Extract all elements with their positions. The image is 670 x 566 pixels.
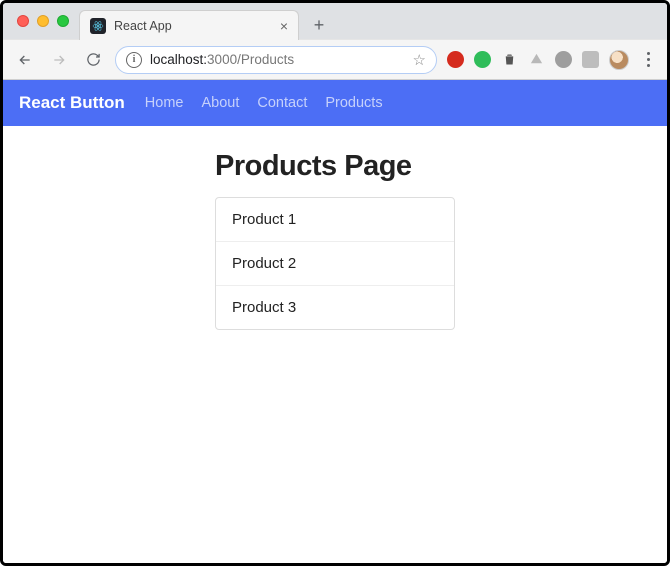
extension-square-icon[interactable]: [582, 51, 599, 68]
close-tab-icon[interactable]: ×: [280, 19, 288, 33]
extension-icons: [447, 50, 657, 70]
list-item[interactable]: Product 1: [216, 198, 454, 242]
nav-links: Home About Contact Products: [145, 95, 383, 111]
site-info-icon[interactable]: i: [126, 52, 142, 68]
url-text: localhost:3000/Products: [150, 52, 405, 67]
new-tab-button[interactable]: +: [305, 11, 333, 39]
window-controls: [11, 3, 79, 39]
address-bar[interactable]: i localhost:3000/Products ☆: [115, 46, 437, 74]
url-path: 3000/Products: [207, 52, 294, 67]
app-navbar: React Button Home About Contact Products: [3, 80, 667, 126]
brand-title: React Button: [19, 93, 125, 113]
browser-menu-button[interactable]: [639, 52, 657, 67]
chrome-top: React App × + i localhost:3000/Products …: [3, 3, 667, 80]
drive-extension-icon[interactable]: [528, 51, 545, 68]
page-title: Products Page: [215, 150, 455, 183]
bookmark-icon[interactable]: ☆: [413, 51, 426, 69]
page-inner: Products Page Product 1 Product 2 Produc…: [215, 150, 455, 563]
browser-window: React App × + i localhost:3000/Products …: [0, 0, 670, 566]
page-content: Products Page Product 1 Product 2 Produc…: [3, 126, 667, 563]
reload-button[interactable]: [81, 48, 105, 72]
react-favicon-icon: [90, 18, 106, 34]
browser-toolbar: i localhost:3000/Products ☆: [3, 39, 667, 79]
minimize-window-button[interactable]: [37, 15, 49, 27]
tab-strip: React App × +: [3, 3, 667, 39]
maximize-window-button[interactable]: [57, 15, 69, 27]
extension-gray-icon[interactable]: [555, 51, 572, 68]
forward-button[interactable]: [47, 48, 71, 72]
nav-link-home[interactable]: Home: [145, 95, 184, 111]
list-item[interactable]: Product 2: [216, 242, 454, 286]
trash-extension-icon[interactable]: [501, 51, 518, 68]
profile-avatar[interactable]: [609, 50, 629, 70]
products-list: Product 1 Product 2 Product 3: [215, 197, 455, 330]
nav-link-about[interactable]: About: [201, 95, 239, 111]
extension-green-icon[interactable]: [474, 51, 491, 68]
tab-title: React App: [114, 19, 272, 33]
browser-tab[interactable]: React App ×: [79, 10, 299, 40]
url-host: localhost:: [150, 52, 207, 67]
ublock-icon[interactable]: [447, 51, 464, 68]
close-window-button[interactable]: [17, 15, 29, 27]
nav-link-products[interactable]: Products: [325, 95, 382, 111]
back-button[interactable]: [13, 48, 37, 72]
app-viewport: React Button Home About Contact Products…: [3, 80, 667, 563]
nav-link-contact[interactable]: Contact: [257, 95, 307, 111]
list-item[interactable]: Product 3: [216, 286, 454, 329]
